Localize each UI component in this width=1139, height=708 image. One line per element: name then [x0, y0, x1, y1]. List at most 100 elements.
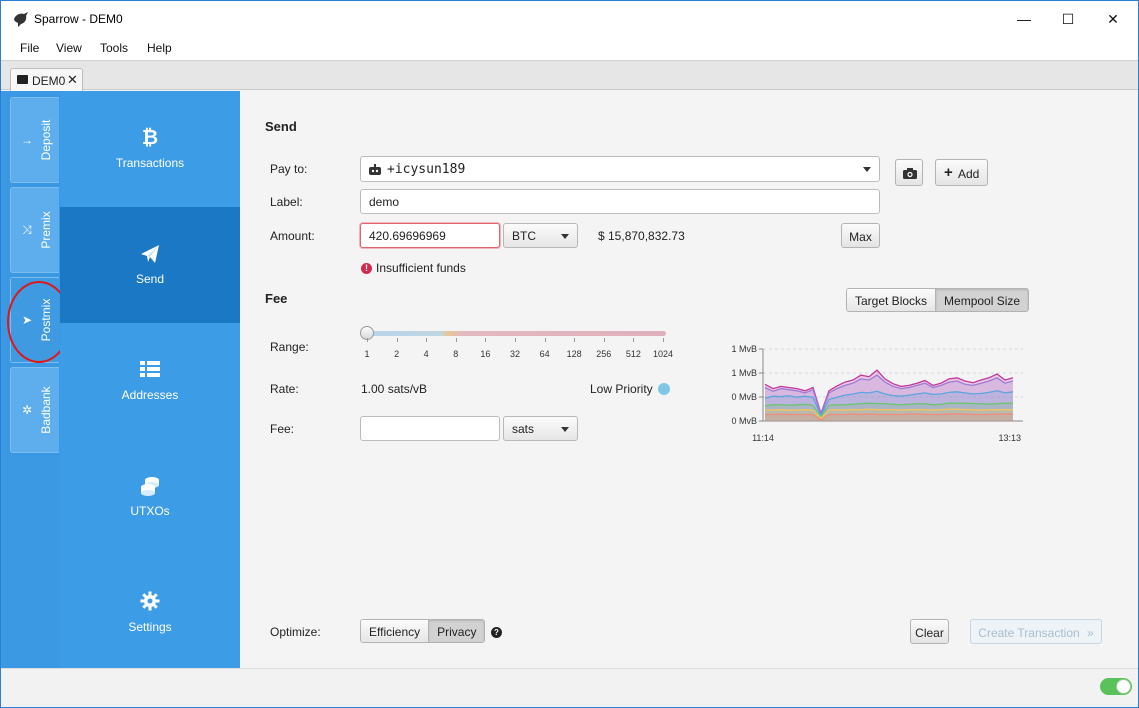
- fee-unit-value: sats: [512, 422, 535, 436]
- slider-tick-label: 4: [423, 349, 429, 359]
- menu-bar: File View Tools Help: [1, 37, 1138, 60]
- slider-tick-label: 2: [394, 349, 400, 359]
- slider-tick-label: 512: [625, 349, 641, 359]
- mempool-size-toggle[interactable]: Mempool Size: [935, 289, 1029, 311]
- wallet-tab-dem0[interactable]: DEM0 ✕: [10, 68, 83, 91]
- account-tab-deposit[interactable]: → Deposit: [10, 97, 59, 183]
- nav-addresses[interactable]: Addresses: [60, 323, 240, 439]
- privacy-toggle[interactable]: Privacy: [428, 620, 485, 642]
- amount-label: Amount:: [270, 229, 315, 243]
- chart-y-tick-label: 0 MvB: [731, 416, 757, 426]
- wallet-tab-label: DEM0: [32, 74, 66, 88]
- app-window: Sparrow - DEM0 — ☐ ✕ File View Tools Hel…: [0, 0, 1139, 708]
- efficiency-toggle[interactable]: Efficiency: [361, 620, 429, 642]
- maximize-button[interactable]: ☐: [1046, 5, 1090, 33]
- label-input-value: demo: [369, 195, 400, 209]
- optimize-toggle: Efficiency Privacy: [360, 619, 486, 643]
- target-blocks-toggle[interactable]: Target Blocks: [847, 289, 936, 311]
- chart-y-tick-label: 0 MvB: [731, 392, 757, 402]
- help-icon[interactable]: ?: [491, 627, 502, 638]
- chevron-down-icon: [863, 167, 871, 172]
- fee-range-slider[interactable]: [368, 331, 666, 336]
- priority-label: Low Priority: [590, 382, 653, 396]
- fee-unit-select[interactable]: sats: [503, 416, 578, 441]
- chevron-down-icon: [561, 234, 569, 239]
- menu-view[interactable]: View: [56, 41, 82, 55]
- close-window-button[interactable]: ✕: [1091, 5, 1135, 33]
- pay-to-label: Pay to:: [270, 162, 308, 176]
- close-tab-icon[interactable]: ✕: [67, 72, 78, 88]
- range-label: Range:: [270, 340, 309, 354]
- title-bar: Sparrow - DEM0 — ☐ ✕: [1, 1, 1138, 37]
- label-input[interactable]: demo: [360, 189, 880, 214]
- slider-tick-label: 8: [453, 349, 459, 359]
- plus-icon: +: [944, 164, 953, 181]
- create-transaction-button[interactable]: Create Transaction »: [970, 619, 1102, 644]
- list-icon: [60, 359, 240, 381]
- error-message: Insufficient funds: [376, 261, 466, 275]
- amount-unit-value: BTC: [512, 229, 536, 243]
- account-tab-label: Deposit: [39, 119, 53, 161]
- slider-tick-label: 32: [509, 349, 521, 359]
- bug-icon: ✲: [21, 403, 33, 417]
- fee-mode-toggle: Target Blocks Mempool Size: [846, 288, 1030, 312]
- paper-plane-icon: [60, 243, 240, 265]
- slider-tick-label: 64: [539, 349, 550, 359]
- send-section-title: Send: [265, 119, 297, 134]
- account-tab-badbank[interactable]: ✲ Badbank: [10, 367, 59, 453]
- function-nav: ₿ Transactions Send Addresses UTXOs Sett…: [60, 91, 240, 668]
- max-button[interactable]: Max: [841, 223, 880, 248]
- nav-label: Addresses: [121, 388, 179, 402]
- fiat-amount: $ 15,870,832.73: [598, 229, 685, 243]
- rate-label: Rate:: [270, 382, 299, 396]
- menu-help[interactable]: Help: [147, 41, 172, 55]
- chart-y-tick-label: 1 MvB: [731, 368, 757, 378]
- menu-tools[interactable]: Tools: [100, 41, 128, 55]
- gear-icon: [60, 591, 240, 613]
- fee-input[interactable]: [360, 416, 500, 441]
- slider-tick: [574, 338, 576, 342]
- add-button-label: Add: [958, 167, 980, 181]
- amount-input[interactable]: 420.69696969: [360, 223, 500, 248]
- slider-tick: [544, 338, 546, 342]
- nav-transactions[interactable]: ₿ Transactions: [60, 91, 240, 207]
- slider-tick-label: 1024: [652, 349, 674, 359]
- account-tab-label: Premix: [39, 211, 53, 249]
- nav-settings[interactable]: Settings: [60, 555, 240, 671]
- add-recipient-button[interactable]: + Add: [935, 159, 988, 186]
- slider-tick: [367, 338, 368, 342]
- scan-qr-button[interactable]: [895, 159, 923, 186]
- slider-tick: [455, 338, 457, 342]
- server-connection-toggle[interactable]: [1100, 678, 1132, 695]
- slider-tick-label: 256: [596, 349, 612, 359]
- slider-tick-label: 1: [364, 349, 370, 359]
- slider-tick: [485, 338, 487, 342]
- amount-unit-select[interactable]: BTC: [503, 223, 578, 248]
- error-icon: !: [361, 263, 372, 274]
- clear-button[interactable]: Clear: [910, 619, 949, 644]
- robot-icon: [369, 164, 381, 175]
- pay-to-combobox[interactable]: +icysun189: [360, 156, 880, 182]
- chart-x-tick-label: 13:13: [998, 433, 1021, 443]
- chart-x-tick-label: 11:14: [752, 433, 774, 443]
- arrow-right-icon: →: [21, 133, 33, 147]
- chart-y-tick-label: 1 MvB: [731, 344, 757, 354]
- fee-section-title: Fee: [265, 291, 288, 306]
- fee-rate-value: 1.00 sats/vB: [361, 382, 428, 396]
- menu-file[interactable]: File: [20, 41, 39, 55]
- slider-tick: [633, 338, 635, 342]
- create-transaction-label: Create Transaction: [978, 626, 1080, 640]
- nav-send[interactable]: Send: [60, 207, 240, 323]
- window-title: Sparrow - DEM0: [34, 12, 123, 26]
- folder-icon: [17, 75, 28, 84]
- slider-tick: [515, 338, 516, 342]
- account-tab-premix[interactable]: ⤨ Premix: [10, 187, 59, 273]
- nav-label: Send: [135, 272, 165, 286]
- nav-utxos[interactable]: UTXOs: [60, 439, 240, 555]
- wallet-tab-strip: DEM0 ✕: [1, 60, 1138, 91]
- camera-icon: [903, 168, 917, 179]
- status-bar: [1, 668, 1138, 707]
- account-tab-label: Badbank: [39, 386, 53, 434]
- minimize-button[interactable]: —: [1002, 5, 1046, 33]
- nav-label: Settings: [128, 620, 172, 634]
